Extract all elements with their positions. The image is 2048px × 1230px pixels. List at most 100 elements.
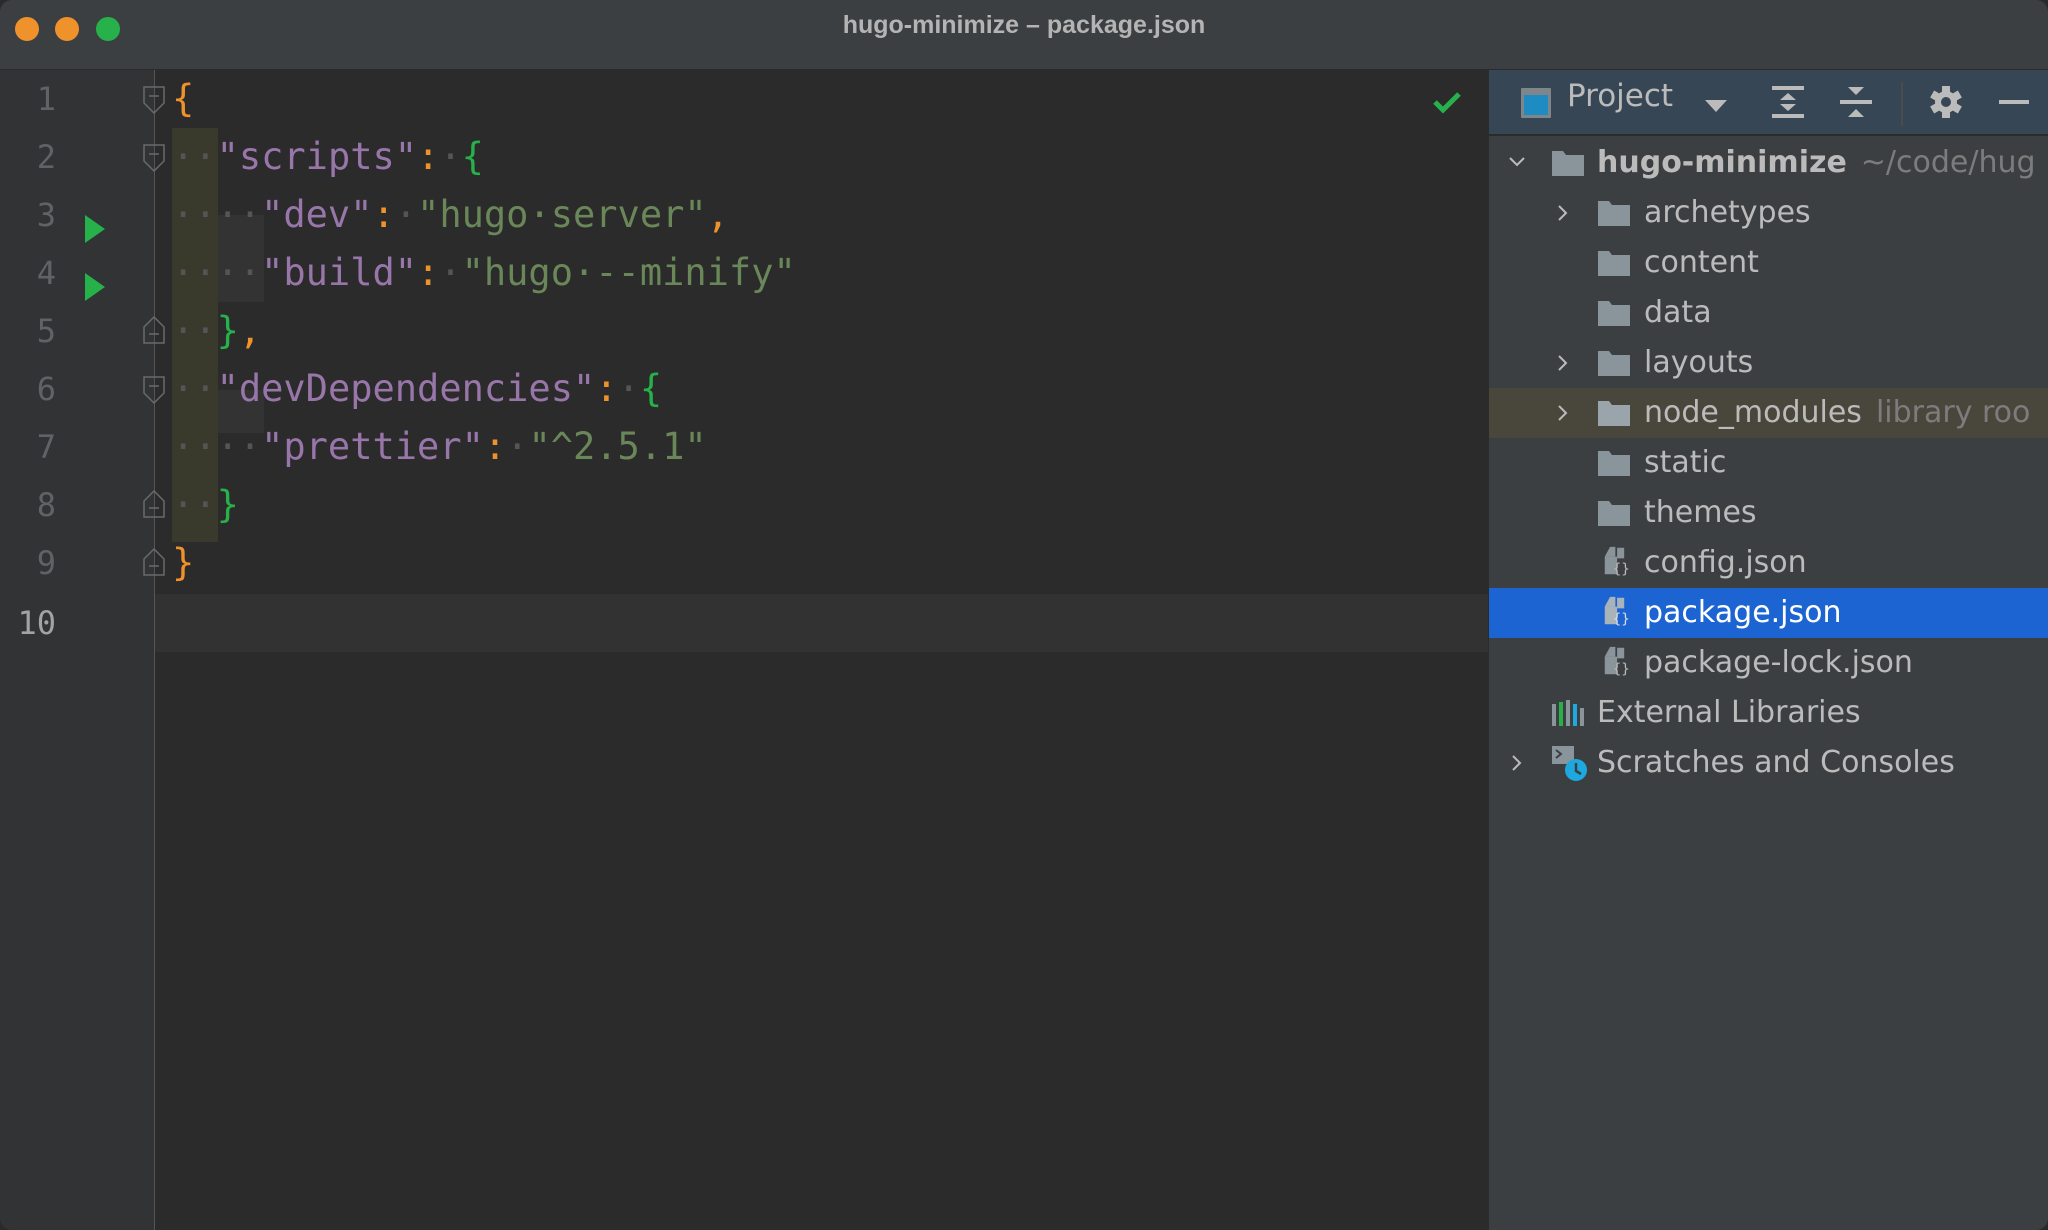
tree-item-label: layouts <box>1644 345 1754 380</box>
project-panel: Project hugo-minimize ~/code/hug archety… <box>1488 70 2048 1230</box>
comma: , <box>238 309 262 352</box>
gutter-separator <box>154 70 155 1230</box>
line-number[interactable]: 1 <box>0 70 56 128</box>
folder-icon <box>1598 251 1630 276</box>
current-line-highlight <box>155 594 1488 652</box>
whitespace: · <box>617 367 640 410</box>
tree-item-label: config.json <box>1644 545 1807 580</box>
brace: { <box>639 367 663 410</box>
tree-item-static[interactable]: static <box>1489 438 2048 488</box>
line-number-current[interactable]: 10 <box>0 594 56 652</box>
project-view-selector[interactable]: Project <box>1567 78 1673 114</box>
json-string: "hugo·server" <box>417 193 707 236</box>
tree-item-data[interactable]: data <box>1489 288 2048 338</box>
code-line-1[interactable]: { <box>172 70 194 128</box>
run-script-icon[interactable] <box>85 273 105 301</box>
whitespace: ·· <box>172 483 217 526</box>
line-number[interactable]: 7 <box>0 418 56 476</box>
folder-icon <box>1598 201 1630 226</box>
tree-item-label: package.json <box>1644 595 1842 630</box>
code-line-9[interactable]: } <box>172 534 194 592</box>
chevron-down-icon[interactable] <box>1507 138 1527 188</box>
scratches-icon <box>1552 746 1587 781</box>
tree-item-themes[interactable]: themes <box>1489 488 2048 538</box>
tree-item-archetypes[interactable]: archetypes <box>1489 188 2048 238</box>
no-problems-check-icon[interactable] <box>1432 90 1462 114</box>
json-string: "^2.5.1" <box>528 425 707 468</box>
json-file-icon: {} <box>1604 546 1630 576</box>
fold-open-icon[interactable] <box>143 144 165 172</box>
whitespace: ·· <box>172 135 217 178</box>
tree-item-label: static <box>1644 445 1727 480</box>
whitespace: · <box>439 135 462 178</box>
code-editor[interactable]: 1 2 3 4 5 6 7 8 9 10 { ··"scripts":·{ ··… <box>0 70 1488 1230</box>
folder-icon <box>1598 501 1630 526</box>
json-key: "devDependencies" <box>216 367 596 410</box>
line-number[interactable]: 5 <box>0 302 56 360</box>
tree-item-external-libraries[interactable]: External Libraries <box>1489 688 2048 738</box>
tree-item-config-json[interactable]: {} config.json <box>1489 538 2048 588</box>
chevron-down-icon[interactable] <box>1705 100 1727 112</box>
run-script-icon[interactable] <box>85 215 105 243</box>
external-libraries-icon <box>1552 700 1584 726</box>
tree-item-package-json[interactable]: {} package.json <box>1489 588 2048 638</box>
tree-item-content[interactable]: content <box>1489 238 2048 288</box>
comma: , <box>706 193 729 236</box>
line-number[interactable]: 9 <box>0 534 56 592</box>
code-line-5[interactable]: ··}, <box>172 302 261 360</box>
code-line-4[interactable]: ····"build":·"hugo·--minify" <box>172 244 796 302</box>
tree-item-node-modules[interactable]: node_modules library roo <box>1489 388 2048 438</box>
ide-window: hugo-minimize – package.json 1 2 3 4 5 6… <box>0 0 2048 1230</box>
svg-text:{}: {} <box>1613 561 1630 576</box>
tree-item-label: Scratches and Consoles <box>1597 745 1955 780</box>
project-panel-header: Project <box>1489 70 2048 136</box>
whitespace: · <box>439 251 462 294</box>
chevron-right-icon[interactable] <box>1553 188 1573 238</box>
json-key: "scripts" <box>216 135 418 178</box>
code-line-8[interactable]: ··} <box>172 476 239 534</box>
fold-close-icon[interactable] <box>143 548 165 576</box>
json-file-icon: {} <box>1604 596 1630 626</box>
chevron-right-icon[interactable] <box>1553 388 1573 438</box>
hide-panel-icon[interactable] <box>1997 84 2031 120</box>
tree-item-label: archetypes <box>1644 195 1811 230</box>
chevron-right-icon[interactable] <box>1553 338 1573 388</box>
folder-icon <box>1598 301 1630 326</box>
tree-item-label: External Libraries <box>1597 695 1861 730</box>
tree-item-label: hugo-minimize <box>1597 145 1847 180</box>
line-number[interactable]: 3 <box>0 186 56 244</box>
fold-open-icon[interactable] <box>143 376 165 404</box>
code-line-3[interactable]: ····"dev":·"hugo·server", <box>172 186 729 244</box>
chevron-right-icon[interactable] <box>1507 738 1527 788</box>
code-line-6[interactable]: ··"devDependencies":·{ <box>172 360 662 418</box>
project-window-icon <box>1521 88 1551 118</box>
folder-icon <box>1552 151 1584 176</box>
tree-item-hugo-minimize[interactable]: hugo-minimize ~/code/hug <box>1489 138 2048 188</box>
toolbar-separator <box>1901 82 1903 126</box>
whitespace: ···· <box>172 425 262 468</box>
line-number[interactable]: 2 <box>0 128 56 186</box>
tree-item-scratches-and-consoles[interactable]: Scratches and Consoles <box>1489 738 2048 788</box>
gear-icon[interactable] <box>1929 84 1963 120</box>
line-number[interactable]: 6 <box>0 360 56 418</box>
whitespace: ·· <box>172 309 217 352</box>
colon: : <box>483 425 507 468</box>
folder-icon <box>1598 351 1630 376</box>
expand-all-icon[interactable] <box>1771 84 1805 120</box>
whitespace: ·· <box>172 367 217 410</box>
folder-icon <box>1598 401 1630 426</box>
fold-open-icon[interactable] <box>143 86 165 114</box>
line-number[interactable]: 8 <box>0 476 56 534</box>
line-number[interactable]: 4 <box>0 244 56 302</box>
tree-item-package-lock-json[interactable]: {} package-lock.json <box>1489 638 2048 688</box>
code-line-7[interactable]: ····"prettier":·"^2.5.1" <box>172 418 707 476</box>
tree-item-label: data <box>1644 295 1712 330</box>
fold-close-icon[interactable] <box>143 316 165 344</box>
title-bar: hugo-minimize – package.json <box>0 0 2048 70</box>
whitespace: ···· <box>172 251 262 294</box>
collapse-all-icon[interactable] <box>1839 84 1873 120</box>
json-key: "build" <box>261 251 418 294</box>
code-line-2[interactable]: ··"scripts":·{ <box>172 128 484 186</box>
tree-item-layouts[interactable]: layouts <box>1489 338 2048 388</box>
fold-close-icon[interactable] <box>143 490 165 518</box>
